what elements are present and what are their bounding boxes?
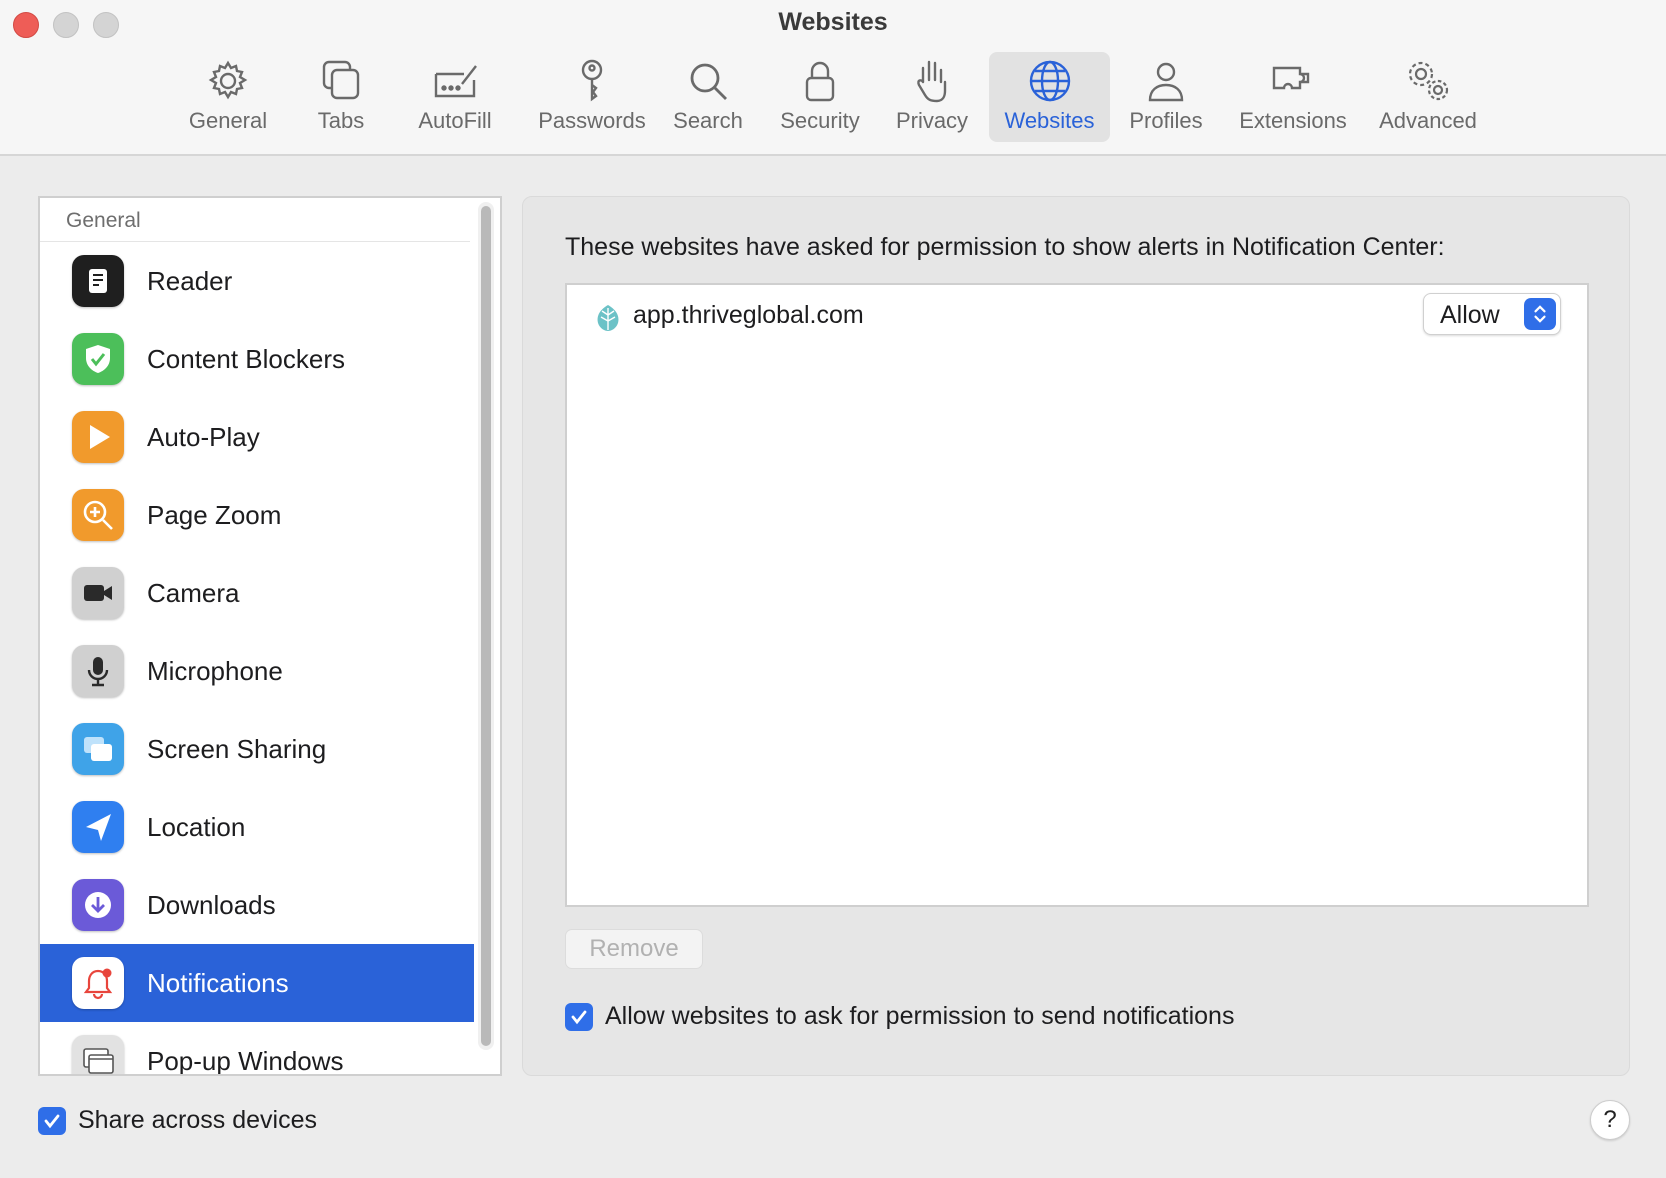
sidebar-item-pop-up-windows[interactable]: Pop-up Windows <box>40 1022 474 1076</box>
tab-extensions-label: Extensions <box>1239 108 1347 133</box>
download-icon <box>72 879 124 931</box>
tabs-icon <box>322 60 360 100</box>
permission-value: Allow <box>1440 301 1500 329</box>
tab-tabs[interactable]: Tabs <box>296 52 386 142</box>
tab-extensions[interactable]: Extensions <box>1234 52 1352 142</box>
sidebar-item-camera[interactable]: Camera <box>40 554 474 632</box>
pane-description: These websites have asked for permission… <box>565 233 1445 261</box>
checkmark-icon <box>571 1010 587 1025</box>
tab-autofill[interactable]: AutoFill <box>402 52 508 142</box>
tab-search-label: Search <box>673 108 743 133</box>
sidebar-item-label: Location <box>147 811 246 842</box>
tab-websites-label: Websites <box>1004 108 1095 133</box>
tab-autofill-label: AutoFill <box>418 108 492 133</box>
gears-icon <box>1408 61 1449 101</box>
tab-passwords-label: Passwords <box>538 108 646 133</box>
sidebar-item-content-blockers[interactable]: Content Blockers <box>40 320 474 398</box>
microphone-icon <box>72 645 124 697</box>
sidebar-item-label: Content Blockers <box>147 343 345 374</box>
sidebar-item-label: Notifications <box>147 967 289 998</box>
sidebar-item-label: Camera <box>147 577 240 608</box>
puzzle-icon <box>1272 66 1310 90</box>
share-across-devices-checkbox[interactable] <box>38 1107 66 1135</box>
tab-tabs-label: Tabs <box>317 108 365 133</box>
sidebar-scrollbar-thumb[interactable] <box>481 206 491 1046</box>
autofill-icon <box>434 65 477 98</box>
help-button[interactable]: ? <box>1590 1100 1630 1140</box>
checkmark-icon <box>44 1114 60 1129</box>
camera-icon <box>72 567 124 619</box>
sidebar-item-page-zoom[interactable]: Page Zoom <box>40 476 474 554</box>
reader-icon <box>72 255 124 307</box>
sidebar-item-label: Screen Sharing <box>147 733 327 764</box>
preferences-toolbar: General Tabs AutoFill Passwords Search S… <box>0 52 1666 142</box>
gear-icon <box>208 60 248 100</box>
search-icon <box>690 63 727 100</box>
sidebar-item-location[interactable]: Location <box>40 788 474 866</box>
share-across-devices-label: Share across devices <box>78 1106 318 1134</box>
sidebar-item-label: Reader <box>147 265 233 296</box>
ask-permission-checkbox[interactable] <box>565 1003 593 1031</box>
chevron-up-down-icon <box>1524 298 1556 330</box>
lock-icon <box>805 61 835 102</box>
tab-advanced-label: Advanced <box>1379 108 1477 133</box>
sidebar-item-reader[interactable]: Reader <box>40 242 474 320</box>
permission-popup[interactable]: Allow <box>1423 293 1561 335</box>
tab-profiles-label: Profiles <box>1129 108 1203 133</box>
ask-permission-label: Allow websites to ask for permission to … <box>605 1002 1235 1030</box>
location-arrow-icon <box>72 801 124 853</box>
popup-windows-icon <box>72 1035 124 1074</box>
tab-security-label: Security <box>780 108 860 133</box>
tab-advanced[interactable]: Advanced <box>1372 52 1484 142</box>
site-favicon-icon <box>597 305 619 331</box>
tab-search[interactable]: Search <box>662 52 754 142</box>
sidebar-item-label: Microphone <box>147 655 283 686</box>
window-title: Websites <box>778 8 888 36</box>
shield-check-icon <box>72 333 124 385</box>
sidebar-item-label: Page Zoom <box>147 499 282 530</box>
tab-security[interactable]: Security <box>770 52 870 142</box>
site-domain: app.thriveglobal.com <box>633 301 864 329</box>
sidebar-scrollbar[interactable] <box>478 202 494 1050</box>
tab-passwords[interactable]: Passwords <box>522 52 662 142</box>
person-icon <box>1148 62 1184 102</box>
sidebar-item-auto-play[interactable]: Auto-Play <box>40 398 474 476</box>
tab-general[interactable]: General <box>178 52 278 142</box>
table-row[interactable]: app.thriveglobal.com Allow <box>567 291 1587 341</box>
key-icon <box>581 59 603 102</box>
tab-websites[interactable]: Websites <box>989 52 1110 142</box>
sidebar-item-label: Downloads <box>147 889 276 920</box>
zoom-icon <box>72 489 124 541</box>
sidebar-item-label: Pop-up Windows <box>147 1045 344 1076</box>
remove-button[interactable]: Remove <box>565 929 703 969</box>
hand-icon <box>917 60 947 103</box>
sidebar-item-label: Auto-Play <box>147 421 260 452</box>
tab-profiles[interactable]: Profiles <box>1122 52 1210 142</box>
title-bar: Websites General Tabs AutoFill Passwords <box>0 0 1666 156</box>
sidebar-section-header: General <box>40 198 470 242</box>
sidebar-item-microphone[interactable]: Microphone <box>40 632 474 710</box>
notifications-pane: These websites have asked for permission… <box>522 196 1630 1076</box>
sidebar-item-notifications[interactable]: Notifications <box>40 944 474 1022</box>
tab-privacy-label: Privacy <box>895 108 969 133</box>
sidebar-item-screen-sharing[interactable]: Screen Sharing <box>40 710 474 788</box>
tab-privacy[interactable]: Privacy <box>884 52 980 142</box>
tab-general-label: General <box>188 108 268 133</box>
play-icon <box>72 411 124 463</box>
sidebar-item-downloads[interactable]: Downloads <box>40 866 474 944</box>
bell-icon <box>72 957 124 1009</box>
sidebar: General Reader Content Blockers Auto-Pla… <box>38 196 502 1076</box>
screen-sharing-icon <box>72 723 124 775</box>
globe-icon <box>1029 60 1070 102</box>
preferences-window: Websites General Tabs AutoFill Passwords <box>0 0 1666 1178</box>
websites-table[interactable]: app.thriveglobal.com Allow <box>565 283 1589 907</box>
